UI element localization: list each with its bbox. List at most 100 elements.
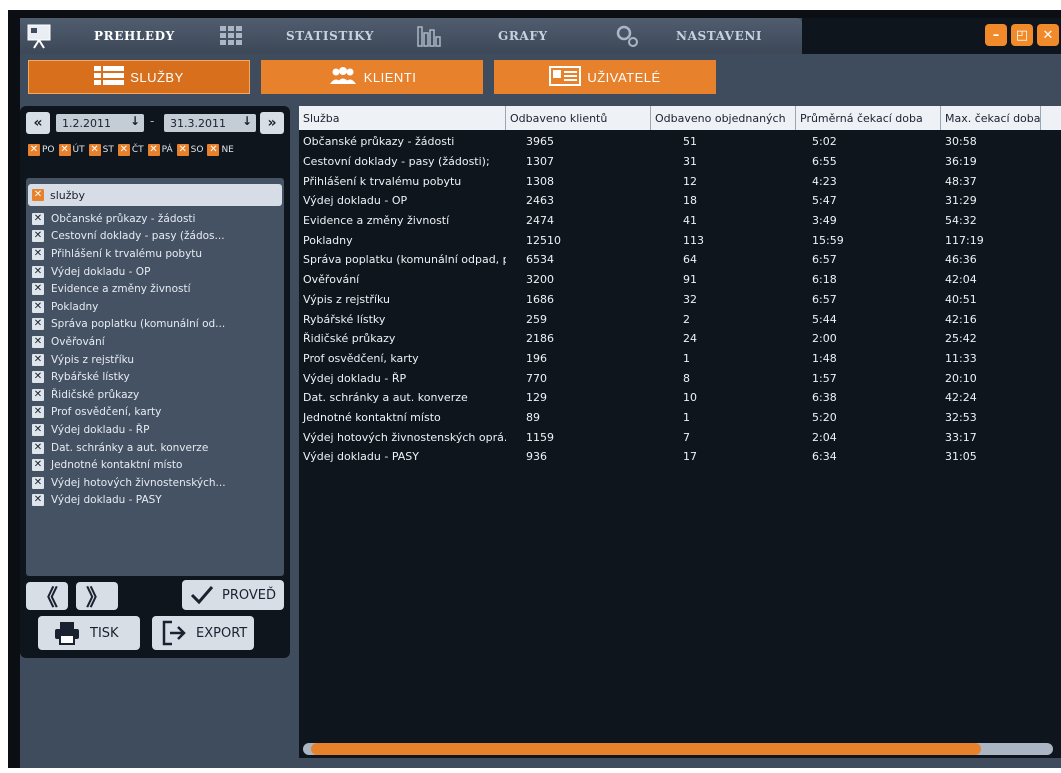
restore-button[interactable]: ◰	[1011, 24, 1033, 46]
service-checkbox[interactable]: ✕ Ověřování	[26, 333, 284, 351]
checked-x-icon: ✕	[32, 476, 44, 489]
export-icon	[162, 620, 188, 646]
service-checkbox[interactable]: ✕ Výdej dokladu - PASY	[26, 492, 284, 510]
checked-x-icon: ✕	[207, 144, 220, 156]
table-row[interactable]: Evidence a změny živností 2474 41 3:49 54:32	[299, 211, 1061, 231]
service-checkbox[interactable]: ✕ Správa poplatku (komunální od...	[26, 316, 284, 334]
double-right-icon: »	[267, 115, 277, 131]
checked-x-icon: ✕	[32, 300, 44, 313]
nav-statistiky[interactable]: STATISTIKY	[286, 18, 374, 54]
service-checkbox[interactable]: ✕ Cestovní doklady - pasy (žádos...	[26, 228, 284, 246]
print-button[interactable]: TISK	[38, 616, 140, 650]
table-row[interactable]: Výdej dokladu - PASY 936 17 6:34 31:05	[299, 447, 1061, 467]
table-row[interactable]: Dat. schránky a aut. konverze 129 10 6:38 42…	[299, 388, 1061, 408]
nav-prehledy[interactable]: PREHLEDY	[94, 18, 175, 54]
service-checkbox[interactable]: ✕ Řidičské průkazy	[26, 386, 284, 404]
minimize-button[interactable]: –	[985, 24, 1007, 46]
id-card-icon	[549, 65, 582, 89]
checked-x-icon: ✕	[32, 283, 44, 296]
date-to-field[interactable]: 31.3.2011 ↓	[164, 114, 256, 132]
day-checkbox-so[interactable]: ✕ SO	[176, 142, 203, 158]
presentation-icon[interactable]	[26, 23, 52, 49]
column-header-prumerna-cekaci-doba[interactable]: Průměrná čekací doba	[796, 106, 941, 130]
service-checkbox[interactable]: ✕ Výdej dokladu - OP	[26, 263, 284, 281]
title-bar-right: – ◰ ✕	[802, 18, 1061, 54]
table-row[interactable]: Výdej dokladu - ŘP 770 8 1:57 20:10	[299, 368, 1061, 388]
table-row[interactable]: Jednotné kontaktní místo 89 1 5:20 32:53	[299, 408, 1061, 428]
export-button[interactable]: EXPORT	[152, 616, 254, 650]
service-checkbox[interactable]: ✕ Občanské průkazy - žádosti	[26, 210, 284, 228]
service-checkbox[interactable]: ✕ Rybářské lístky	[26, 368, 284, 386]
date-from-field[interactable]: 1.2.2011 ↓	[56, 114, 144, 132]
table-row[interactable]: Výdej dokladu - OP 2463 18 5:47 31:29	[299, 191, 1061, 211]
table-row[interactable]: Cestovní doklady - pasy (žádosti); 1307 31…	[299, 152, 1061, 172]
checked-x-icon: ✕	[117, 144, 130, 156]
run-button[interactable]: PROVEĎ	[182, 580, 284, 610]
scrollbar-thumb[interactable]	[311, 743, 981, 755]
service-checkbox[interactable]: ✕ Prof osvědčení, karty	[26, 404, 284, 422]
data-table: Služba Odbaveno klientů Odbaveno objedna…	[299, 106, 1061, 758]
checked-x-icon: ✕	[176, 144, 189, 156]
run-button-label: PROVEĎ	[222, 587, 276, 603]
checked-x-icon: ✕	[32, 212, 44, 225]
table-row[interactable]: Prof osvědčení, karty 196 1 1:48 11:33	[299, 349, 1061, 369]
checked-x-icon: ✕	[32, 265, 44, 278]
service-checkbox[interactable]: ✕ Výpis z rejstříku	[26, 351, 284, 369]
day-checkbox-ut[interactable]: ✕ ÚT	[58, 142, 85, 158]
service-checkbox[interactable]: ✕ Výdej dokladu - ŘP	[26, 421, 284, 439]
close-button[interactable]: ✕	[1037, 24, 1059, 46]
service-all-checkbox[interactable]: ✕ služby	[28, 184, 282, 206]
tab-uzivatele[interactable]: UŽIVATELÉ	[494, 60, 716, 94]
day-checkbox-po[interactable]: ✕ PO	[28, 142, 55, 158]
next-page-button[interactable]: 》	[76, 582, 118, 611]
table-row[interactable]: Řidičské průkazy 2186 24 2:00 25:42	[299, 329, 1061, 349]
tab-uzivatele-label: UŽIVATELÉ	[587, 69, 661, 85]
service-checkbox[interactable]: ✕ Přihlášení k trvalému pobytu	[26, 245, 284, 263]
column-header-odbaveno-objednanych[interactable]: Odbaveno objednaných	[651, 106, 796, 130]
day-checkbox-st[interactable]: ✕ ST	[88, 142, 114, 158]
service-checkbox[interactable]: ✕ Jednotné kontaktní místo	[26, 456, 284, 474]
service-checkbox[interactable]: ✕ Výdej hotových živnostenských...	[26, 474, 284, 492]
table-row[interactable]: Výpis z rejstříku 1686 32 6:57 40:51	[299, 290, 1061, 310]
tab-klienti[interactable]: KLIENTI	[261, 60, 483, 94]
table-row[interactable]: Pokladny 12510 113 15:59 117:19	[299, 230, 1061, 250]
checked-x-icon: ✕	[32, 406, 44, 419]
bar-chart-icon[interactable]	[416, 23, 442, 49]
column-header-max-cekaci-doba[interactable]: Max. čekací doba	[941, 106, 1041, 130]
date-prev-button[interactable]: «	[26, 112, 50, 134]
prev-page-button[interactable]: 《	[26, 582, 68, 611]
table-row[interactable]: Správa poplatku (komunální odpad, psi) 65…	[299, 250, 1061, 270]
service-checkbox[interactable]: ✕ Pokladny	[26, 298, 284, 316]
column-header-sluzba[interactable]: Služba	[299, 106, 506, 130]
weekday-filter: ✕ PO ✕ ÚT ✕ ST ✕ ČT ✕ PÁ ✕ SO ✕ NE	[28, 142, 234, 158]
column-header-odbaveno-klientu[interactable]: Odbaveno klientů	[506, 106, 651, 130]
grid-icon[interactable]	[218, 23, 244, 49]
table-row[interactable]: Občanské průkazy - žádosti 3965 51 5:02 30:5…	[299, 132, 1061, 152]
checked-x-icon: ✕	[147, 144, 160, 156]
app-window: PREHLEDY STATISTIKY GRAFY NASTAVENI – ◰ …	[20, 18, 1061, 768]
printer-icon	[54, 621, 80, 645]
table-row[interactable]: Výdej hotových živnostenských oprá... 115…	[299, 427, 1061, 447]
list-icon	[94, 65, 125, 89]
table-body: Občanské průkazy - žádosti 3965 51 5:02 30:5…	[299, 132, 1061, 467]
horizontal-scrollbar[interactable]	[303, 743, 1053, 755]
service-checkbox[interactable]: ✕ Dat. schránky a aut. konverze	[26, 439, 284, 457]
date-to-value: 31.3.2011	[170, 116, 226, 130]
gear-icon[interactable]	[614, 23, 640, 49]
checked-x-icon: ✕	[32, 230, 44, 243]
date-next-button[interactable]: »	[260, 112, 284, 134]
checked-x-icon: ✕	[32, 353, 44, 366]
day-checkbox-pa[interactable]: ✕ PÁ	[147, 142, 173, 158]
checked-x-icon: ✕	[88, 144, 101, 156]
table-row[interactable]: Ověřování 3200 91 6:18 42:04	[299, 270, 1061, 290]
table-row[interactable]: Přihlášení k trvalému pobytu 1308 12 4:23 48…	[299, 171, 1061, 191]
checked-x-icon: ✕	[32, 459, 44, 472]
nav-nastaveni[interactable]: NASTAVENI	[676, 18, 762, 54]
day-checkbox-ne[interactable]: ✕ NE	[207, 142, 234, 158]
nav-grafy[interactable]: GRAFY	[498, 18, 548, 54]
checked-x-icon: ✕	[32, 388, 44, 401]
table-row[interactable]: Rybářské lístky 259 2 5:44 42:16	[299, 309, 1061, 329]
day-checkbox-ct[interactable]: ✕ ČT	[117, 142, 144, 158]
tab-sluzby[interactable]: SLUŽBY	[28, 60, 250, 94]
service-checkbox[interactable]: ✕ Evidence a změny živností	[26, 280, 284, 298]
